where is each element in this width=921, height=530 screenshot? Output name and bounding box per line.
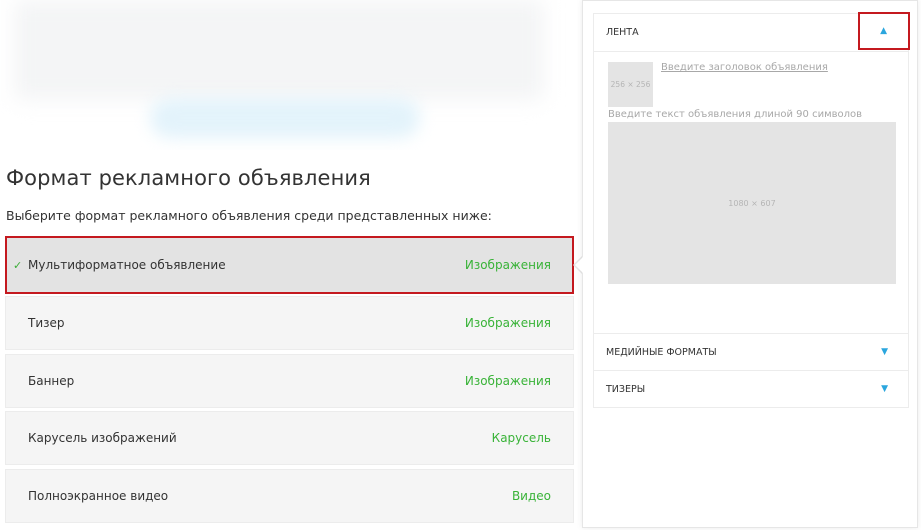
feed-preview: 256 × 256 Введите заголовок объявления В… [594,51,908,333]
format-item-teaser[interactable]: Тизер Изображения [5,296,574,350]
thumbnail-placeholder: 256 × 256 [608,62,653,107]
section-label: ТИЗЕРЫ [606,383,646,395]
section-label: МЕДИЙНЫЕ ФОРМАТЫ [606,346,717,358]
blurred-card [14,0,544,100]
format-item-fullscreen-video[interactable]: Полноэкранное видео Видео [5,468,574,523]
format-item-multiformat[interactable]: ✓ Мультиформатное объявление Изображения [5,236,574,294]
format-name: Карусель изображений [28,431,177,445]
format-type: Изображения [464,373,551,388]
section-media-formats: МЕДИЙНЫЕ ФОРМАТЫ ▼ [593,333,909,371]
section-feed: ЛЕНТА ▲ 256 × 256 Введите заголовок объя… [593,12,910,334]
chevron-down-icon: ▼ [881,347,888,357]
section-title: Формат рекламного объявления [6,166,371,190]
chevron-down-icon: ▼ [881,384,888,394]
panel-pointer-inner [575,256,584,274]
preview-panel: ЛЕНТА ▲ 256 × 256 Введите заголовок объя… [582,0,918,528]
section-header-teasers[interactable]: ТИЗЕРЫ ▼ [594,371,908,407]
chevron-up-icon: ▲ [880,26,887,36]
preview-accordion: ЛЕНТА ▲ 256 × 256 Введите заголовок объя… [593,12,910,408]
format-type: Изображения [464,316,551,330]
format-item-banner[interactable]: Баннер Изображения [5,353,574,408]
format-name: Тизер [28,316,65,330]
format-name: Мультиформатное объявление [28,258,226,272]
check-icon: ✓ [13,258,23,272]
ad-text-placeholder: Введите текст объявления длиной 90 симво… [608,109,863,120]
section-header-media-formats[interactable]: МЕДИЙНЫЕ ФОРМАТЫ ▼ [594,334,908,370]
thumbnail-size: 256 × 256 [610,80,651,89]
section-label: ЛЕНТА [606,27,639,38]
collapse-button[interactable]: ▲ [858,12,910,50]
format-type: Карусель [491,431,551,445]
blurred-button [150,98,420,138]
format-list: ✓ Мультиформатное объявление Изображения… [5,236,574,526]
format-name: Полноэкранное видео [28,488,169,503]
section-teasers: ТИЗЕРЫ ▼ [593,370,909,408]
section-header-feed[interactable]: ЛЕНТА ▲ [594,12,910,51]
section-subtitle: Выберите формат рекламного объявления ср… [6,208,492,223]
format-type: Изображения [464,258,551,272]
format-type: Видео [511,488,551,503]
image-placeholder: 1080 × 607 [608,122,896,284]
ad-title-placeholder[interactable]: Введите заголовок объявления [661,62,828,73]
image-size: 1080 × 607 [728,198,776,208]
blurred-header [0,0,580,150]
format-item-carousel[interactable]: Карусель изображений Карусель [5,411,574,465]
format-name: Баннер [28,373,75,388]
